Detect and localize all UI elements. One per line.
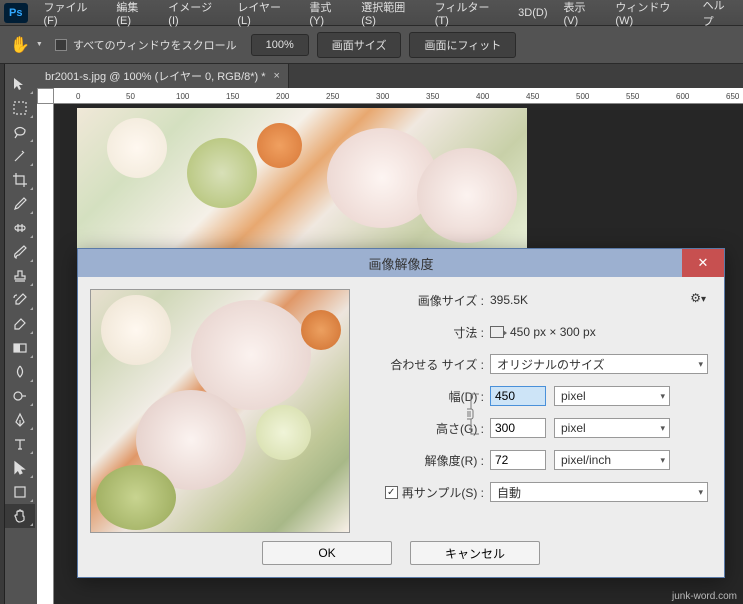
menu-help[interactable]: ヘルプ [695, 0, 743, 33]
zoom-100-button[interactable]: 100% [251, 34, 309, 56]
ruler-tick: 350 [426, 92, 439, 101]
stamp-tool-icon[interactable] [5, 264, 35, 288]
ok-button[interactable]: OK [262, 541, 392, 565]
brush-tool-icon[interactable] [5, 240, 35, 264]
document-tab[interactable]: br2001-s.jpg @ 100% (レイヤー 0, RGB/8*) * × [37, 64, 289, 88]
crop-tool-icon[interactable] [5, 168, 35, 192]
resolution-label: 解像度(R) : [366, 452, 490, 469]
fit-screen-button[interactable]: 画面サイズ [317, 32, 402, 58]
image-size-label: 画像サイズ : [366, 292, 490, 309]
ruler-tick: 600 [676, 92, 689, 101]
menu-3d[interactable]: 3D(D) [510, 3, 555, 23]
ruler-tick: 500 [576, 92, 589, 101]
ruler-tick: 0 [76, 92, 80, 101]
healing-tool-icon[interactable] [5, 216, 35, 240]
resolution-input[interactable] [490, 450, 546, 470]
document-tab-bar: br2001-s.jpg @ 100% (レイヤー 0, RGB/8*) * × [37, 64, 743, 88]
dimensions-value: 450 px × 300 px [510, 325, 596, 339]
ruler-origin[interactable] [37, 88, 54, 104]
scroll-all-checkbox[interactable] [55, 39, 67, 51]
preview-thumbnail [90, 289, 350, 533]
tools-panel [5, 72, 37, 528]
menu-view[interactable]: 表示(V) [556, 0, 608, 31]
fit-on-button[interactable]: 画面にフィット [409, 32, 516, 58]
wand-tool-icon[interactable] [5, 144, 35, 168]
ruler-tick: 300 [376, 92, 389, 101]
ruler-tick: 550 [626, 92, 639, 101]
history-brush-tool-icon[interactable] [5, 288, 35, 312]
move-tool-icon[interactable] [5, 72, 35, 96]
dialog-titlebar[interactable]: 画像解像度 ✕ [78, 249, 724, 277]
resample-label: 再サンプル(S) : [402, 484, 484, 501]
ruler-tick: 50 [126, 92, 135, 101]
menubar: Ps ファイル(F) 編集(E) イメージ(I) レイヤー(L) 書式(Y) 選… [0, 0, 743, 26]
image-size-value: 395.5K [490, 293, 528, 307]
resample-checkbox[interactable]: ✓ [385, 486, 398, 499]
ruler-tick: 450 [526, 92, 539, 101]
type-tool-icon[interactable] [5, 432, 35, 456]
menu-edit[interactable]: 編集(E) [108, 0, 160, 31]
options-bar: ✋ ▼ すべてのウィンドウをスクロール 100% 画面サイズ 画面にフィット [0, 26, 743, 64]
constrain-link-icon[interactable] [467, 392, 481, 436]
ruler-vertical[interactable] [37, 104, 54, 604]
ruler-tick: 650 [726, 92, 739, 101]
path-select-tool-icon[interactable] [5, 456, 35, 480]
gradient-tool-icon[interactable] [5, 336, 35, 360]
ruler-tick: 100 [176, 92, 189, 101]
document-tab-title: br2001-s.jpg @ 100% (レイヤー 0, RGB/8*) * [45, 68, 266, 84]
watermark: junk-word.com [672, 591, 737, 602]
hand-tool-icon[interactable] [5, 504, 35, 528]
menu-file[interactable]: ファイル(F) [36, 0, 109, 31]
dimensions-unit-icon[interactable] [490, 326, 504, 338]
pen-tool-icon[interactable] [5, 408, 35, 432]
menu-layer[interactable]: レイヤー(L) [229, 0, 301, 31]
ruler-tick: 150 [226, 92, 239, 101]
eraser-tool-icon[interactable] [5, 312, 35, 336]
menu-image[interactable]: イメージ(I) [160, 0, 229, 31]
dimensions-label: 寸法 : [366, 324, 490, 341]
dodge-tool-icon[interactable] [5, 384, 35, 408]
ruler-tick: 200 [276, 92, 289, 101]
gear-icon[interactable]: ⚙▾ [690, 291, 706, 305]
lasso-tool-icon[interactable] [5, 120, 35, 144]
ruler-horizontal[interactable]: 0 50 100 150 200 250 300 350 400 450 500… [54, 88, 743, 104]
resolution-unit-select[interactable]: pixel/inch [554, 450, 670, 470]
shape-tool-icon[interactable] [5, 480, 35, 504]
dialog-title: 画像解像度 [368, 254, 433, 273]
close-button[interactable]: ✕ [682, 249, 724, 277]
width-input[interactable] [490, 386, 546, 406]
menu-select[interactable]: 選択範囲(S) [353, 0, 426, 31]
ruler-tick: 250 [326, 92, 339, 101]
ruler-tick: 400 [476, 92, 489, 101]
eyedropper-tool-icon[interactable] [5, 192, 35, 216]
cancel-button[interactable]: キャンセル [410, 541, 540, 565]
height-unit-select[interactable]: pixel [554, 418, 670, 438]
width-unit-select[interactable]: pixel [554, 386, 670, 406]
resample-select[interactable]: 自動 [490, 482, 708, 502]
close-tab-icon[interactable]: × [274, 70, 280, 82]
canvas-image[interactable] [77, 108, 527, 248]
fit-to-select[interactable]: オリジナルのサイズ [490, 354, 708, 374]
image-size-dialog: 画像解像度 ✕ ⚙▾ 画像サイズ : 395.5K 寸法 : 450 px × … [77, 248, 725, 578]
blur-tool-icon[interactable] [5, 360, 35, 384]
marquee-tool-icon[interactable] [5, 96, 35, 120]
menu-filter[interactable]: フィルター(T) [427, 0, 510, 31]
height-input[interactable] [490, 418, 546, 438]
fit-to-label: 合わせる サイズ : [366, 356, 490, 373]
tool-preset-chevron-icon[interactable]: ▼ [36, 41, 43, 48]
menu-window[interactable]: ウィンドウ(W) [607, 0, 694, 31]
hand-tool-icon[interactable]: ✋ [10, 35, 30, 55]
scroll-all-label: すべてのウィンドウをスクロール [73, 37, 237, 53]
ps-logo: Ps [4, 3, 28, 23]
menu-type[interactable]: 書式(Y) [301, 0, 353, 31]
